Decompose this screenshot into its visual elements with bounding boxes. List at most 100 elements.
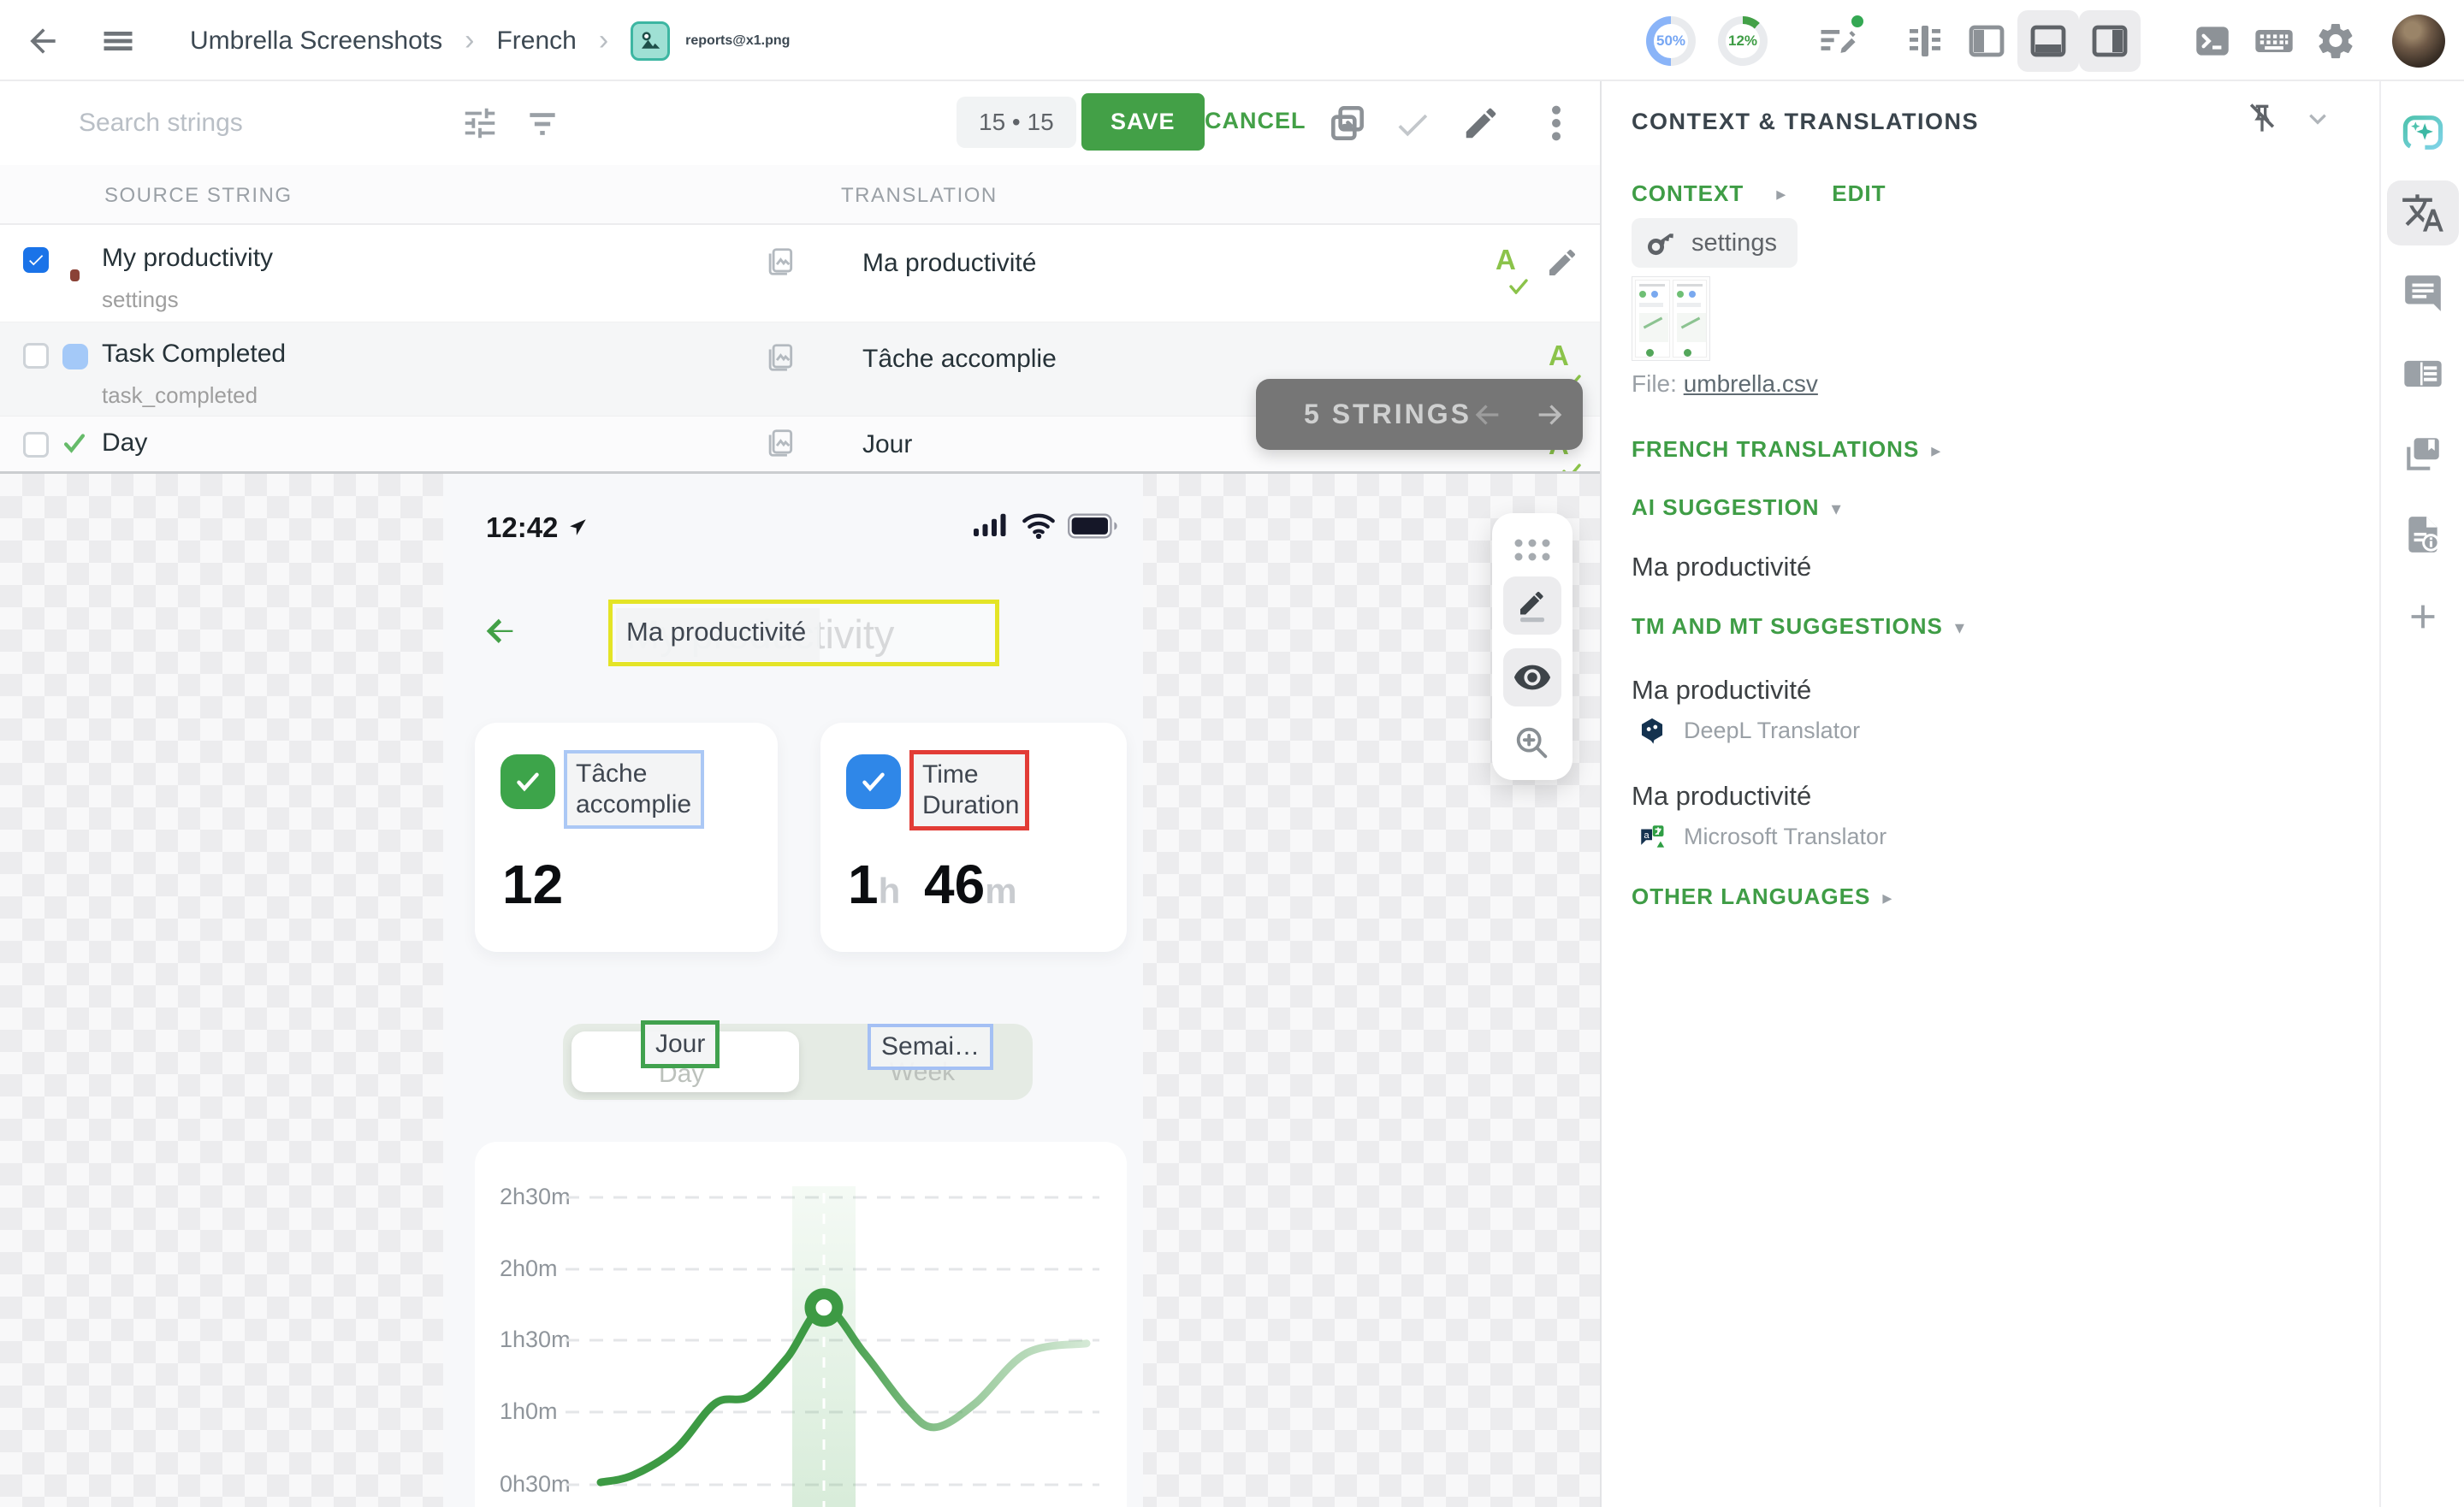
keyboard-icon[interactable] — [2243, 10, 2305, 72]
string-status-badge — [62, 344, 88, 369]
row-checkbox[interactable] — [23, 432, 49, 458]
segment-label-highlight[interactable]: Semai… — [868, 1024, 993, 1070]
menu-icon[interactable] — [99, 22, 137, 60]
cancel-button[interactable]: CANCEL — [1199, 107, 1312, 135]
edit-translation-icon[interactable] — [1545, 245, 1579, 280]
columns-icon[interactable] — [1894, 10, 1956, 72]
progress-ring-blue[interactable]: 50% — [1646, 16, 1696, 66]
card-label-highlight[interactable]: Task Completed Tâche accomplie — [564, 750, 704, 829]
translate-icon[interactable] — [2387, 180, 2459, 245]
section-other-languages[interactable]: OTHER LANGUAGES▸ — [1632, 884, 1892, 910]
compose-icon[interactable] — [1815, 19, 1860, 63]
row-checkbox[interactable] — [23, 343, 49, 369]
file-link[interactable]: umbrella.csv — [1684, 370, 1818, 397]
filter-icon[interactable] — [524, 105, 561, 143]
collection-icon[interactable] — [2387, 422, 2459, 487]
screenshot-indicator-icon[interactable] — [764, 245, 797, 278]
edit-link[interactable]: EDIT — [1832, 180, 1886, 207]
source-string: My productivity — [102, 244, 273, 273]
title-highlight-box[interactable]: My productivity Ma productivité — [608, 600, 999, 666]
duplicate-icon[interactable] — [1326, 102, 1369, 145]
key-chip[interactable]: settings — [1632, 218, 1798, 268]
screenshot-indicator-icon[interactable] — [764, 341, 797, 374]
panel-right-icon[interactable] — [2079, 10, 2141, 72]
table-row[interactable]: My productivity settings Ma productivité… — [0, 225, 1600, 322]
wifi-icon — [1022, 513, 1056, 539]
translation-verified-icon: A — [1549, 354, 1569, 369]
section-ai-suggestion[interactable]: AI SUGGESTION▾ — [1632, 494, 1841, 521]
ai-suggestion-text[interactable]: Ma productivité — [1632, 552, 1811, 582]
chevron-right-icon: ▸ — [1882, 887, 1892, 908]
draw-icon[interactable] — [1503, 576, 1561, 635]
thumb-screen — [1673, 280, 1708, 358]
zoom-in-icon[interactable] — [1513, 724, 1552, 763]
chevron-down-icon: ▾ — [1955, 617, 1964, 638]
save-button[interactable]: SAVE — [1081, 93, 1205, 151]
screenshot-thumbnail[interactable] — [1632, 276, 1710, 361]
progress-ring-blue-value: 50% — [1654, 24, 1688, 58]
image-file-icon — [631, 21, 670, 61]
segment-label-highlight[interactable]: Jour — [641, 1020, 720, 1068]
more-icon[interactable] — [1537, 102, 1576, 145]
strings-count: 5 STRINGS — [1304, 399, 1472, 430]
breadcrumb-project[interactable]: Umbrella Screenshots — [190, 27, 442, 56]
ai-sparkle-icon[interactable] — [2387, 100, 2459, 165]
plus-icon[interactable] — [2387, 584, 2459, 649]
tm-provider: a Microsoft Translator — [1638, 822, 1886, 851]
next-arrow-icon[interactable] — [1531, 398, 1569, 432]
context-tabs: CONTEXT ▸ EDIT — [1632, 180, 1886, 207]
drag-dots-icon[interactable] — [1513, 537, 1551, 563]
check-icon[interactable] — [1393, 105, 1432, 145]
column-translation: TRANSLATION — [841, 184, 998, 208]
screenshot-indicator-icon[interactable] — [764, 427, 797, 459]
breadcrumb-file[interactable]: reports@x1.png — [631, 21, 790, 61]
gear-icon[interactable] — [2305, 10, 2366, 72]
row-checkbox-checked[interactable] — [23, 247, 49, 273]
strings-toolbar: Search strings 15 • 15 SAVE CANCEL — [0, 81, 1600, 165]
tm-suggestion-text[interactable]: Ma productivité — [1632, 675, 1811, 706]
chevron-right-icon: ▸ — [1931, 440, 1940, 461]
progress-ring-green[interactable]: 12% — [1718, 16, 1768, 66]
strings-pager: 5 STRINGS — [1256, 379, 1583, 450]
panel-left-icon[interactable] — [1956, 10, 2017, 72]
table-header: SOURCE STRING TRANSLATION — [0, 165, 1600, 225]
section-tm-mt[interactable]: TM AND MT SUGGESTIONS▾ — [1632, 613, 1964, 640]
card-label-translation: Tâche accomplie — [576, 759, 691, 819]
translated-check-icon — [60, 428, 89, 458]
prev-arrow-icon[interactable] — [1468, 398, 1506, 432]
collapse-chevron-icon[interactable] — [2307, 110, 2329, 127]
chevron-down-icon: ▾ — [1832, 498, 1841, 519]
tune-icon[interactable] — [460, 103, 500, 143]
panel-bottom-icon[interactable] — [2017, 10, 2079, 72]
translation-verified-icon: A — [1496, 258, 1516, 273]
status-icons — [974, 513, 1117, 539]
eye-icon[interactable] — [1503, 648, 1561, 706]
terminal-icon[interactable] — [2182, 10, 2243, 72]
avatar[interactable] — [2392, 15, 2445, 68]
screenshot-preview[interactable]: 12:42 My productivity Ma productivité — [0, 471, 1600, 1507]
pencil-icon[interactable] — [1461, 103, 1501, 143]
card-label-highlight[interactable]: Time Duration Time Duration — [909, 750, 1029, 830]
translation-string[interactable]: Jour — [862, 430, 912, 459]
tm-provider: DeepL Translator — [1638, 716, 1860, 745]
search-input[interactable]: Search strings — [79, 109, 243, 138]
translation-string[interactable]: Ma productivité — [862, 249, 1036, 278]
pin-icon[interactable] — [2243, 100, 2281, 138]
translation-string[interactable]: Tâche accomplie — [862, 345, 1057, 374]
context-panel: CONTEXT & TRANSLATIONS CONTEXT ▸ EDIT se… — [1603, 81, 2378, 1507]
back-icon[interactable] — [24, 22, 62, 60]
column-source: SOURCE STRING — [104, 184, 293, 208]
string-key: settings — [102, 287, 273, 313]
key-icon — [1645, 227, 1678, 259]
card-view-icon[interactable] — [2387, 341, 2459, 406]
tab-context[interactable]: CONTEXT — [1632, 180, 1744, 207]
duration-value: 1h 46m — [848, 853, 1017, 916]
breadcrumb-language[interactable]: French — [496, 27, 576, 56]
segment-translation: Jour — [655, 1030, 705, 1058]
duration-card: Time Duration Time Duration 1h 46m — [820, 723, 1127, 952]
tm-suggestion-text[interactable]: Ma productivité — [1632, 781, 1811, 812]
document-info-icon[interactable] — [2387, 502, 2459, 567]
source-string: Task Completed — [102, 340, 286, 369]
section-french-translations[interactable]: FRENCH TRANSLATIONS▸ — [1632, 436, 1940, 463]
comment-icon[interactable] — [2387, 261, 2459, 326]
